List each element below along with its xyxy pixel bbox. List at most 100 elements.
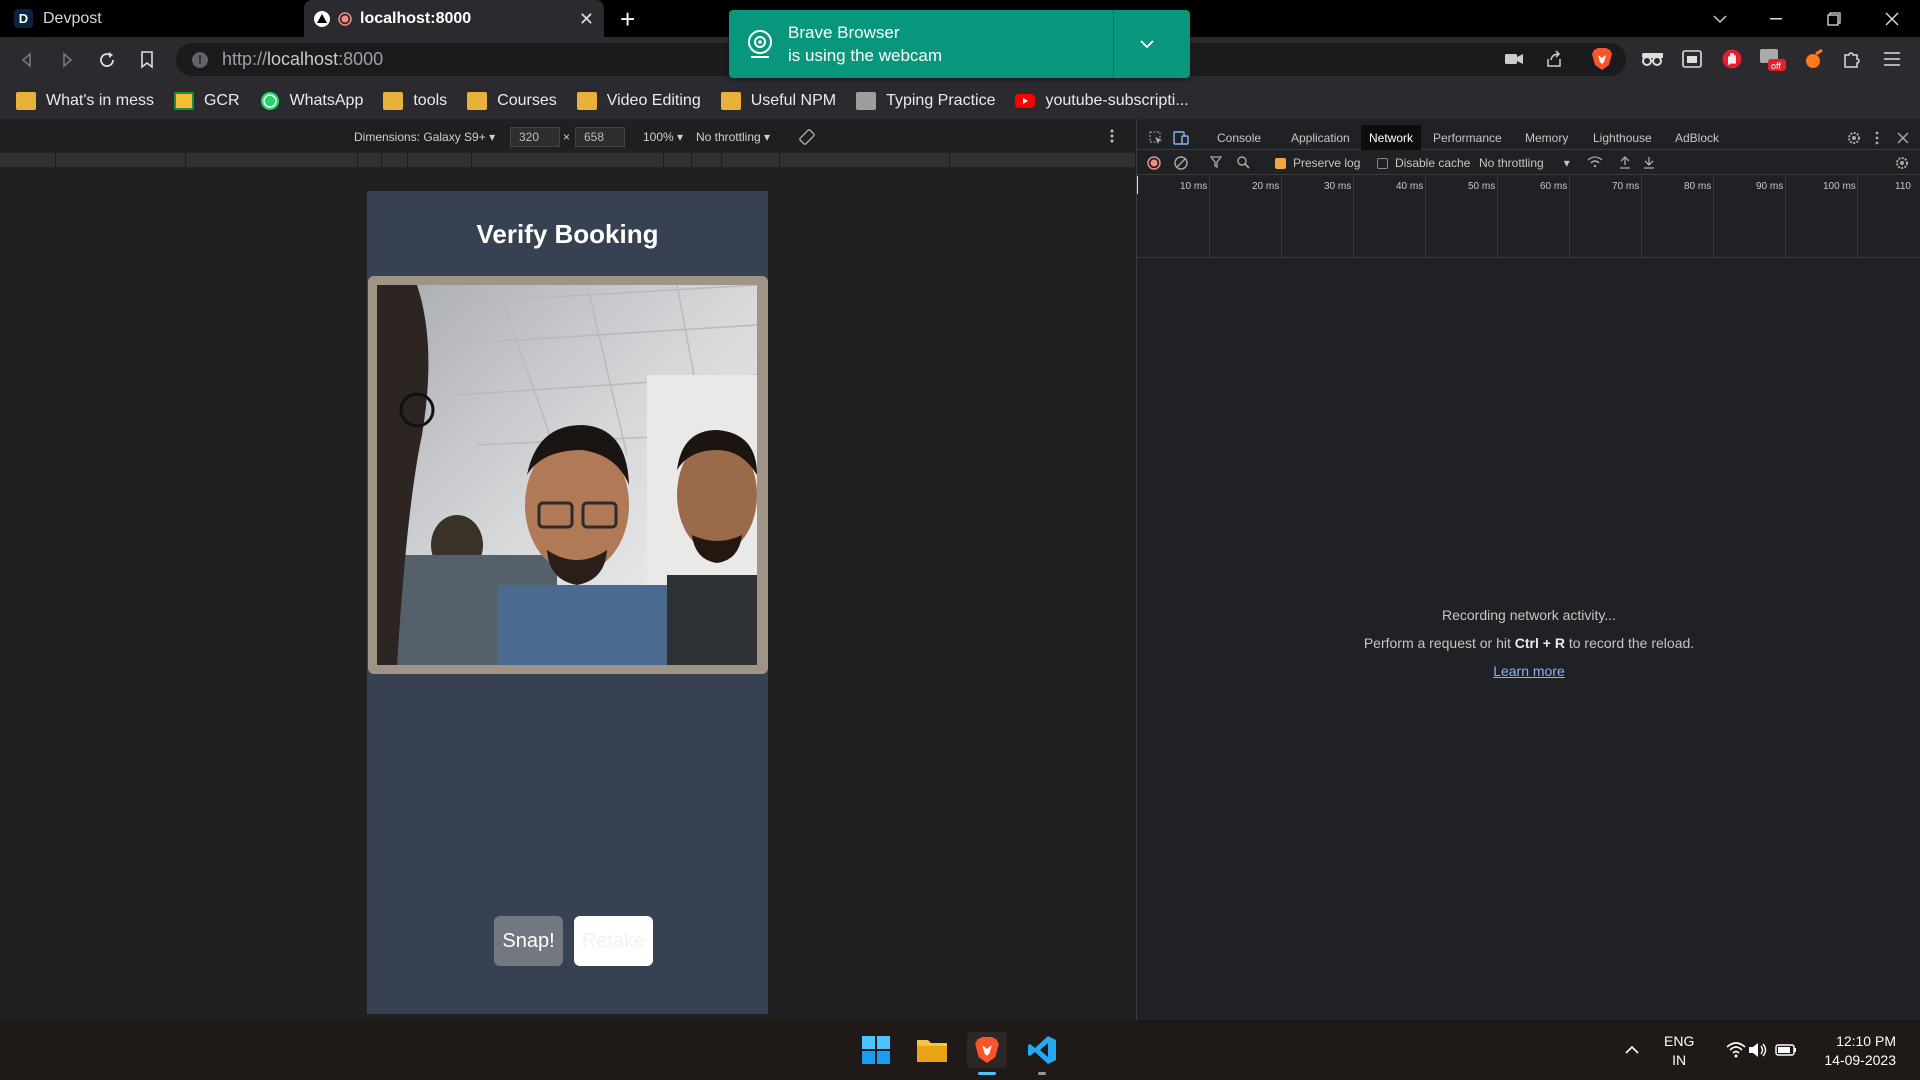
bookmark-tools[interactable]: tools xyxy=(383,91,447,110)
import-har-icon[interactable] xyxy=(1619,156,1631,169)
filter-icon[interactable] xyxy=(1210,156,1222,168)
ruler-segment[interactable] xyxy=(0,153,56,167)
extension-off-icon[interactable]: off xyxy=(1758,45,1786,73)
more-options-icon[interactable] xyxy=(1110,128,1114,144)
timeline-tick: 60 ms xyxy=(1540,181,1568,192)
emulated-page: Verify Booking Snap! Retake xyxy=(367,191,768,1014)
chevron-down-icon[interactable] xyxy=(1139,32,1155,56)
zoom-select[interactable]: 100% ▾ xyxy=(643,130,683,144)
bookmark-useful-npm[interactable]: Useful NPM xyxy=(720,91,836,110)
reload-shortcut: Ctrl + R xyxy=(1514,635,1565,651)
bookmark-typing-practice[interactable]: Typing Practice xyxy=(856,91,995,110)
site-info-icon[interactable]: ! xyxy=(192,51,208,68)
ruler-segment[interactable] xyxy=(408,153,472,167)
windows-start-icon[interactable] xyxy=(856,1032,896,1068)
extensions-puzzle-icon[interactable] xyxy=(1838,45,1866,73)
adblock-hand-icon[interactable] xyxy=(1718,45,1746,73)
extension-window-icon[interactable] xyxy=(1678,45,1706,73)
preserve-log-checkbox[interactable]: Preserve log xyxy=(1275,156,1360,170)
disable-cache-checkbox[interactable]: Disable cache xyxy=(1377,156,1470,170)
new-tab-button[interactable]: + xyxy=(620,4,635,35)
brave-taskbar-icon[interactable] xyxy=(967,1032,1007,1068)
retake-button[interactable]: Retake xyxy=(574,916,653,966)
export-har-icon[interactable] xyxy=(1643,156,1655,169)
ruler-segment[interactable] xyxy=(692,153,722,167)
back-icon[interactable] xyxy=(14,47,40,73)
show-hidden-icons-chevron-up-icon[interactable] xyxy=(1612,1032,1652,1068)
restore-button[interactable] xyxy=(1806,0,1862,37)
ruler-segment[interactable] xyxy=(382,153,408,167)
file-explorer-icon[interactable] xyxy=(912,1032,952,1068)
tab-adblock[interactable]: AdBlock xyxy=(1667,125,1727,150)
network-throttling-select[interactable]: No throttling ▾ xyxy=(1479,156,1570,170)
settings-gear-icon[interactable] xyxy=(1839,125,1869,150)
bookmark-whats-in-mess[interactable]: What's in mess xyxy=(16,91,154,110)
tab-lighthouse[interactable]: Lighthouse xyxy=(1585,125,1660,150)
bookmark-icon[interactable] xyxy=(134,47,160,73)
ruler-segment[interactable] xyxy=(780,153,950,167)
clock[interactable]: 12:10 PM 14-09-2023 xyxy=(1812,1032,1896,1070)
timeline-tick: 90 ms xyxy=(1756,181,1784,192)
close-devtools-icon[interactable] xyxy=(1889,125,1917,150)
forward-icon[interactable] xyxy=(54,47,80,73)
menu-icon[interactable] xyxy=(1878,45,1906,73)
extension-glasses-icon[interactable] xyxy=(1638,45,1666,73)
region-code: IN xyxy=(1672,1052,1687,1068)
language-indicator[interactable]: ENG IN xyxy=(1664,1032,1694,1070)
bookmark-courses[interactable]: Courses xyxy=(467,91,557,110)
ruler-segment[interactable] xyxy=(664,153,692,167)
network-settings-gear-icon[interactable] xyxy=(1895,156,1909,170)
bookmark-video-editing[interactable]: Video Editing xyxy=(576,91,701,110)
folder-icon xyxy=(383,91,404,110)
dimension-separator: × xyxy=(563,130,571,144)
minimize-button[interactable] xyxy=(1748,0,1804,37)
search-icon[interactable] xyxy=(1237,156,1250,169)
battery-icon[interactable] xyxy=(1766,1032,1806,1068)
ruler-segment[interactable] xyxy=(358,153,382,167)
tab-application[interactable]: Application xyxy=(1283,125,1358,150)
camera-in-use-icon[interactable] xyxy=(1500,45,1528,73)
device-dimensions-select[interactable]: Dimensions: Galaxy S9+ ▾ xyxy=(354,130,495,144)
bookmark-whatsapp[interactable]: WhatsApp xyxy=(260,91,363,111)
snap-button[interactable]: Snap! xyxy=(494,916,563,966)
bookmark-gcr[interactable]: GCR xyxy=(173,91,240,110)
device-width-input[interactable]: 320 xyxy=(510,127,560,147)
tab-network[interactable]: Network xyxy=(1361,125,1422,150)
network-empty-state: Recording network activity... Perform a … xyxy=(1137,601,1920,685)
ruler-segment[interactable] xyxy=(56,153,186,167)
webcam-notification[interactable]: Brave Browser is using the webcam xyxy=(729,10,1190,78)
rotate-icon[interactable] xyxy=(798,128,816,146)
ruler-segment[interactable] xyxy=(722,153,780,167)
vscode-icon[interactable] xyxy=(1022,1032,1062,1068)
reload-icon[interactable] xyxy=(94,47,120,73)
ruler-segment[interactable] xyxy=(186,153,358,167)
ruler-segment[interactable] xyxy=(472,153,664,167)
tab-performance[interactable]: Performance xyxy=(1425,125,1510,150)
media-query-ruler[interactable] xyxy=(0,153,1136,167)
devtools-panel: Console Application Network Performance … xyxy=(1136,119,1920,1020)
network-timeline[interactable]: 10 ms 20 ms 30 ms 40 ms 50 ms 60 ms 70 m… xyxy=(1137,176,1920,258)
close-window-button[interactable] xyxy=(1864,0,1920,37)
tab-devpost[interactable]: D Devpost xyxy=(0,0,304,37)
share-icon[interactable] xyxy=(1540,45,1568,73)
tab-memory[interactable]: Memory xyxy=(1517,125,1576,150)
tab-title: Devpost xyxy=(43,9,102,27)
ruler-segment[interactable] xyxy=(950,153,1136,167)
tab-console[interactable]: Console xyxy=(1209,125,1269,150)
close-tab-icon[interactable]: ✕ xyxy=(579,9,594,30)
record-icon[interactable] xyxy=(1147,156,1161,170)
extension-orange-icon[interactable] xyxy=(1800,45,1828,73)
bookmark-label: GCR xyxy=(203,91,240,109)
device-toggle-icon[interactable] xyxy=(1165,125,1197,150)
clear-icon[interactable] xyxy=(1174,156,1188,170)
bookmark-youtube-subscriptions[interactable]: youtube-subscripti... xyxy=(1015,92,1189,110)
network-conditions-icon[interactable] xyxy=(1587,156,1603,168)
brave-shields-icon[interactable] xyxy=(1588,45,1616,73)
zoom-label: 100% xyxy=(643,130,674,144)
learn-more-link[interactable]: Learn more xyxy=(1493,663,1565,679)
devtools-menu-icon[interactable] xyxy=(1867,125,1887,150)
tab-search-icon[interactable] xyxy=(1692,0,1748,37)
device-height-input[interactable]: 658 xyxy=(575,127,625,147)
tab-localhost[interactable]: localhost:8000 ✕ xyxy=(304,0,604,37)
throttling-select[interactable]: No throttling ▾ xyxy=(696,130,770,144)
